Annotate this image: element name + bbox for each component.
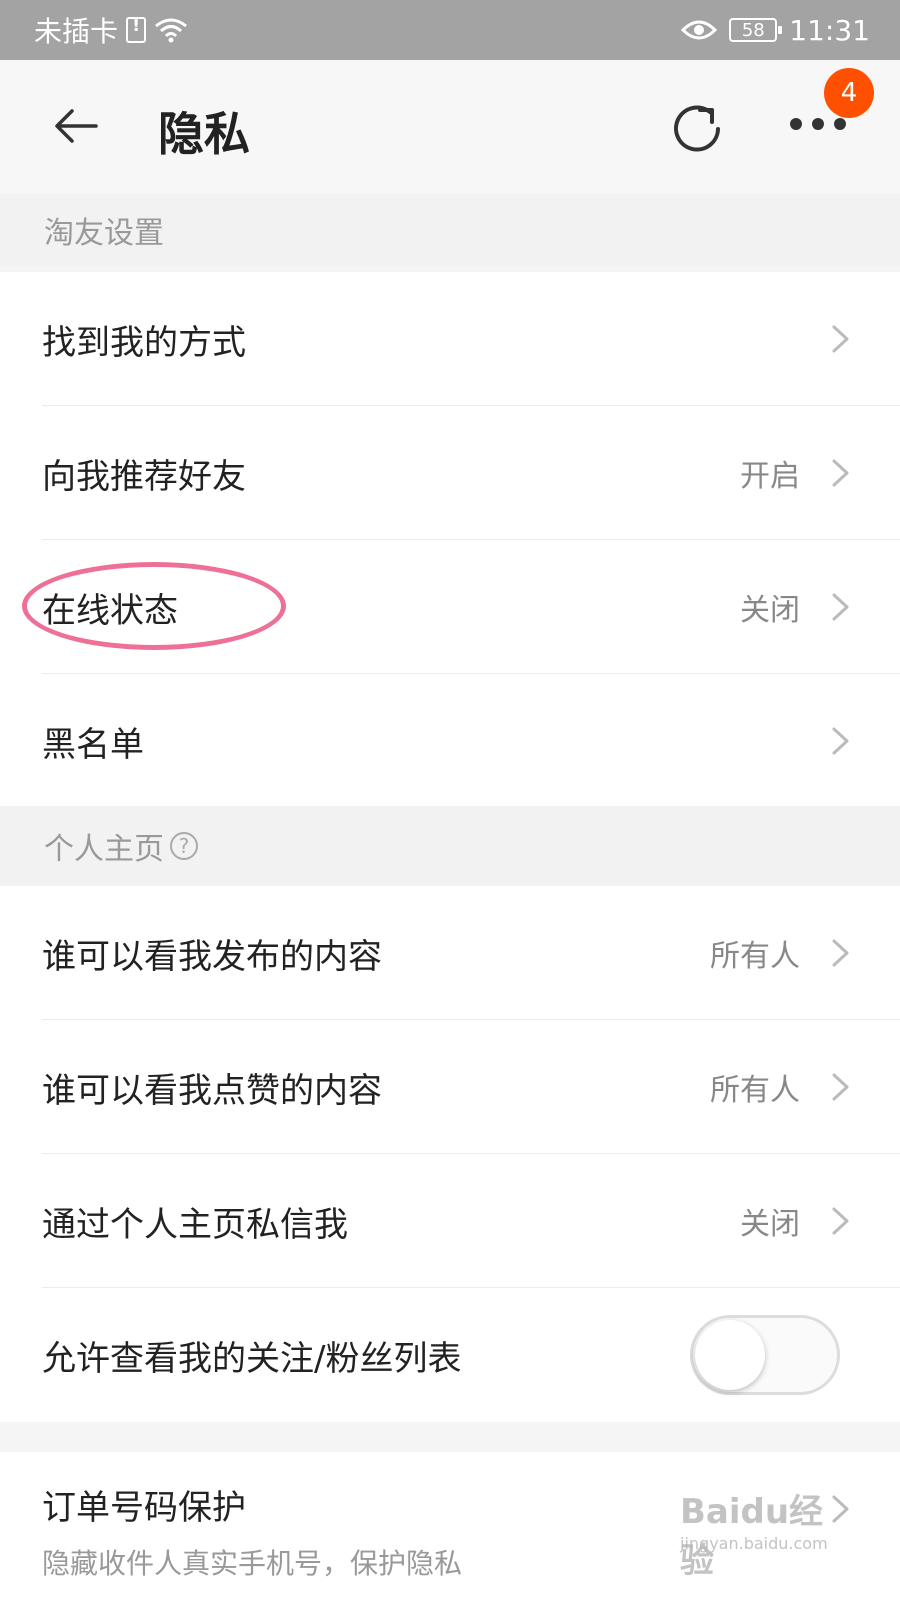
taoyou-settings-group: 找到我的方式 向我推荐好友 开启 在线状态 关闭 黑名单 bbox=[0, 272, 900, 806]
row-value: 所有人 bbox=[710, 1073, 800, 1108]
row-value: 关闭 bbox=[740, 1207, 800, 1242]
status-right: 58 11:31 bbox=[681, 0, 870, 60]
row-subtitle: 隐藏收件人真实手机号，保护隐私 bbox=[42, 1547, 463, 1580]
section-title: 个人主页 bbox=[44, 832, 164, 867]
row-label: 谁可以看我点赞的内容 bbox=[42, 1070, 382, 1111]
notification-badge: 4 bbox=[824, 68, 874, 118]
row-label: 黑名单 bbox=[42, 724, 144, 765]
row-label: 向我推荐好友 bbox=[42, 456, 246, 497]
chevron-right-icon bbox=[832, 593, 849, 621]
chevron-right-icon bbox=[832, 727, 849, 755]
chevron-right-icon bbox=[832, 939, 849, 967]
row-find-me[interactable]: 找到我的方式 bbox=[0, 272, 900, 406]
status-left: 未插卡 bbox=[34, 0, 188, 60]
watermark-main: Baidu经验 bbox=[680, 1492, 824, 1581]
more-options-icon[interactable] bbox=[790, 118, 850, 134]
row-value: 关闭 bbox=[740, 593, 800, 628]
homepage-settings-group: 谁可以看我发布的内容 所有人 谁可以看我点赞的内容 所有人 通过个人主页私信我 … bbox=[0, 886, 900, 1422]
row-label: 允许查看我的关注/粉丝列表 bbox=[42, 1338, 462, 1379]
toggle-knob bbox=[695, 1320, 765, 1390]
chevron-right-icon bbox=[832, 1207, 849, 1235]
row-label: 通过个人主页私信我 bbox=[42, 1204, 348, 1245]
row-message-via-homepage[interactable]: 通过个人主页私信我 关闭 bbox=[0, 1154, 900, 1288]
carrier-text: 未插卡 bbox=[34, 15, 119, 48]
section-label-homepage: 个人主页 ? bbox=[0, 806, 900, 886]
top-nav-bar: 隐私 bbox=[0, 60, 900, 200]
sim-alert-icon bbox=[126, 15, 147, 43]
row-label: 谁可以看我发布的内容 bbox=[42, 936, 382, 977]
chevron-right-icon bbox=[832, 325, 849, 353]
row-value: 开启 bbox=[740, 459, 800, 494]
status-bar: 未插卡 58 11:31 bbox=[0, 0, 900, 60]
battery-level: 58 bbox=[741, 19, 765, 41]
back-arrow-icon[interactable] bbox=[52, 102, 100, 150]
eye-icon bbox=[681, 20, 718, 40]
row-who-see-likes[interactable]: 谁可以看我点赞的内容 所有人 bbox=[0, 1020, 900, 1154]
row-value: 所有人 bbox=[710, 939, 800, 974]
section-label-taoyou: 淘友设置 bbox=[0, 194, 900, 266]
battery-icon: 58 bbox=[729, 18, 783, 42]
clock: 11:31 bbox=[789, 13, 870, 47]
row-blacklist[interactable]: 黑名单 bbox=[0, 674, 900, 808]
chevron-right-icon bbox=[832, 1073, 849, 1101]
page-title: 隐私 bbox=[158, 107, 250, 161]
row-label: 在线状态 bbox=[42, 590, 178, 631]
row-label: 找到我的方式 bbox=[42, 322, 246, 363]
chevron-right-icon bbox=[832, 459, 849, 487]
row-label: 订单号码保护 bbox=[42, 1488, 246, 1528]
follow-list-toggle[interactable] bbox=[690, 1315, 840, 1395]
row-recommend-friends[interactable]: 向我推荐好友 开启 bbox=[0, 406, 900, 540]
row-online-status[interactable]: 在线状态 关闭 bbox=[0, 540, 900, 674]
watermark-sub: jingyan.baidu.com bbox=[680, 1534, 828, 1553]
section-title: 淘友设置 bbox=[44, 216, 164, 251]
baidu-watermark: Baidu经验 jingyan.baidu.com bbox=[680, 1478, 850, 1581]
row-allow-follow-list: 允许查看我的关注/粉丝列表 bbox=[0, 1288, 900, 1422]
refresh-icon[interactable] bbox=[666, 98, 728, 160]
help-icon[interactable]: ? bbox=[170, 832, 198, 860]
wifi-icon bbox=[155, 18, 187, 43]
row-who-see-posts[interactable]: 谁可以看我发布的内容 所有人 bbox=[0, 886, 900, 1020]
